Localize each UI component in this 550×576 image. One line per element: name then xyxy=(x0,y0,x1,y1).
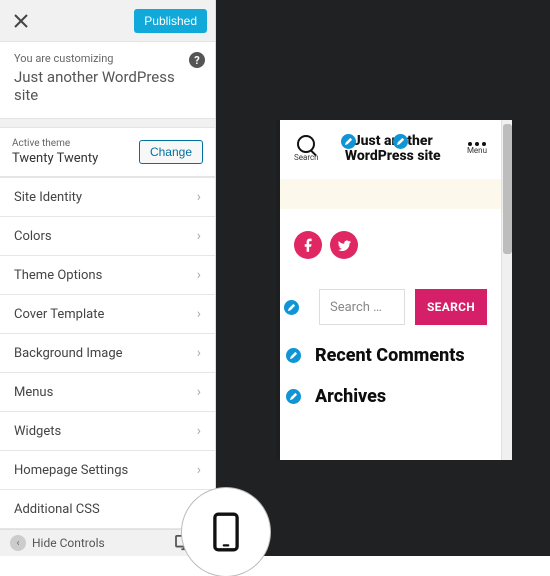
twitter-link[interactable] xyxy=(330,231,358,259)
customizer-panel: Published ? You are customizing Just ano… xyxy=(0,0,216,556)
you-are-label: You are customizing xyxy=(14,52,201,65)
hide-controls-label: Hide Controls xyxy=(32,536,105,550)
chevron-right-icon: › xyxy=(197,345,201,361)
preview-header: Search Just another WordPress site Menu xyxy=(294,134,487,163)
section-theme-options[interactable]: Theme Options › xyxy=(0,256,215,295)
preview-menu-toggle[interactable]: Menu xyxy=(467,142,487,155)
preview-header-band xyxy=(280,179,501,209)
preview-search-widget: Search … SEARCH xyxy=(294,289,487,325)
edit-shortcut-icon[interactable] xyxy=(286,389,301,404)
active-theme-name: Twenty Twenty xyxy=(12,151,98,166)
active-theme-label: Active theme xyxy=(12,138,98,149)
section-label: Cover Template xyxy=(14,307,104,322)
customizer-topbar: Published xyxy=(0,0,215,42)
edit-shortcut-icon[interactable] xyxy=(284,300,299,315)
section-homepage-settings[interactable]: Homepage Settings › xyxy=(0,451,215,490)
chevron-right-icon: › xyxy=(197,228,201,244)
facebook-icon xyxy=(301,238,316,253)
widget-title: Recent Comments xyxy=(315,345,465,366)
change-theme-button[interactable]: Change xyxy=(139,140,203,164)
mobile-icon xyxy=(211,512,241,552)
twitter-icon xyxy=(337,238,352,253)
chevron-right-icon: › xyxy=(197,189,201,205)
facebook-link[interactable] xyxy=(294,231,322,259)
widget-title: Archives xyxy=(315,386,386,407)
chevron-right-icon: › xyxy=(197,423,201,439)
section-label: Additional CSS xyxy=(14,502,100,517)
close-button[interactable] xyxy=(0,0,42,42)
mobile-preview-frame: Search Just another WordPress site Menu xyxy=(280,120,512,460)
site-title: Just another WordPress site xyxy=(14,68,201,104)
section-colors[interactable]: Colors › xyxy=(0,217,215,256)
chevron-right-icon: › xyxy=(197,462,201,478)
preview-site-title[interactable]: Just another WordPress site xyxy=(345,134,441,163)
section-label: Menus xyxy=(14,385,53,400)
close-icon xyxy=(14,14,28,28)
chevron-right-icon: › xyxy=(197,384,201,400)
widget-archives: Archives xyxy=(294,386,487,407)
customizer-intro: ? You are customizing Just another WordP… xyxy=(0,42,215,119)
section-cover-template[interactable]: Cover Template › xyxy=(0,295,215,334)
preview-social-links xyxy=(294,231,487,259)
mobile-preview-callout[interactable] xyxy=(182,488,270,576)
section-widgets[interactable]: Widgets › xyxy=(0,412,215,451)
collapse-left-icon: ‹ xyxy=(10,535,26,551)
edit-shortcut-icon[interactable] xyxy=(286,348,301,363)
publish-button[interactable]: Published xyxy=(134,9,207,33)
preview-search-button[interactable]: SEARCH xyxy=(415,289,487,325)
widget-recent-comments: Recent Comments xyxy=(294,345,487,366)
chevron-right-icon: › xyxy=(197,306,201,322)
section-label: Site Identity xyxy=(14,190,82,205)
section-site-identity[interactable]: Site Identity › xyxy=(0,177,215,217)
chevron-right-icon: › xyxy=(197,267,201,283)
section-menus[interactable]: Menus › xyxy=(0,373,215,412)
active-theme-row: Active theme Twenty Twenty Change xyxy=(0,127,215,177)
preview-search-input[interactable]: Search … xyxy=(319,289,405,325)
sections-list: Site Identity › Colors › Theme Options › Co… xyxy=(0,177,215,529)
preview-scrollbar[interactable] xyxy=(501,120,512,460)
section-label: Widgets xyxy=(14,424,61,439)
section-label: Homepage Settings xyxy=(14,463,128,478)
preview-search-toggle[interactable]: Search xyxy=(294,135,319,162)
edit-shortcut-icon[interactable] xyxy=(393,134,408,149)
section-label: Colors xyxy=(14,229,52,244)
title-line-2: WordPress site xyxy=(345,148,441,164)
section-label: Theme Options xyxy=(14,268,102,283)
preview-menu-label: Menu xyxy=(467,146,487,155)
section-background-image[interactable]: Background Image › xyxy=(0,334,215,373)
help-icon[interactable]: ? xyxy=(189,52,205,68)
scrollbar-thumb[interactable] xyxy=(503,124,512,254)
section-label: Background Image xyxy=(14,346,123,361)
hide-controls-button[interactable]: ‹ Hide Controls xyxy=(10,535,169,551)
edit-shortcut-icon[interactable] xyxy=(341,134,356,149)
search-icon xyxy=(297,135,315,153)
